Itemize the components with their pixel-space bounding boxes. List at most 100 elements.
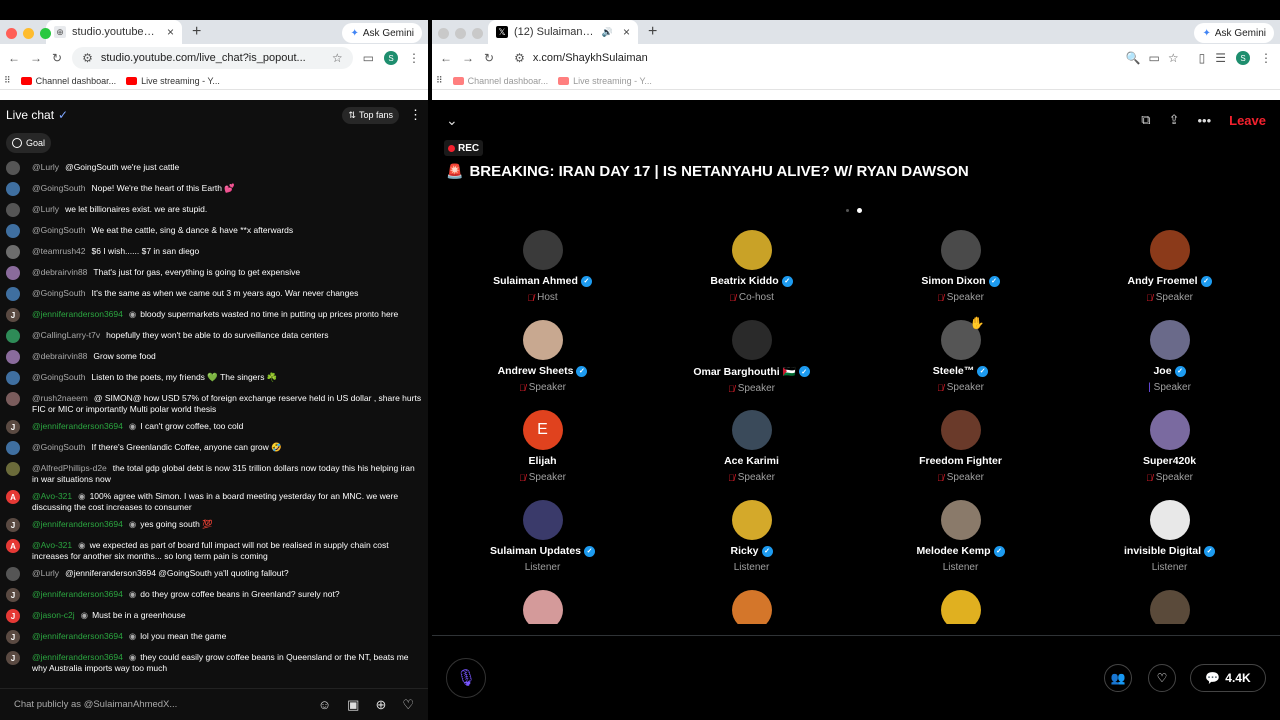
- site-info-icon[interactable]: ⚙: [82, 51, 93, 65]
- chat-message[interactable]: A @Avo-321 ◉ 100% agree with Simon. I was i…: [0, 489, 428, 513]
- chat-message[interactable]: J @jason-c2j ◉ Must be in a greenhouse: [0, 608, 428, 625]
- participant-card[interactable]: [1065, 590, 1274, 624]
- chat-input[interactable]: Chat publicly as @SulaimanAhmedX... ☺ ▣ …: [0, 688, 428, 720]
- participant-card[interactable]: Andy Froemel ✓ 🎙̸ Speaker: [1065, 230, 1274, 320]
- dock-icon[interactable]: ⧉: [1141, 112, 1150, 128]
- avatar[interactable]: [6, 266, 20, 280]
- chat-author[interactable]: @teamrush42: [32, 246, 86, 256]
- participant-card[interactable]: [856, 590, 1065, 624]
- profile-avatar[interactable]: S: [384, 51, 398, 65]
- avatar[interactable]: J: [6, 420, 20, 434]
- ask-gemini-button[interactable]: ✦ Ask Gemini: [342, 23, 422, 43]
- chat-message[interactable]: J @jenniferanderson3694 ◉ bloody supermarke…: [0, 307, 428, 324]
- avatar[interactable]: [6, 567, 20, 581]
- super-chat-icon[interactable]: ▣: [347, 697, 359, 713]
- participant-avatar[interactable]: [940, 410, 981, 450]
- avatar[interactable]: A: [6, 490, 20, 504]
- forward-icon[interactable]: →: [30, 51, 42, 65]
- chat-author[interactable]: @debrairvin88: [32, 351, 87, 361]
- leave-button[interactable]: Leave: [1229, 113, 1266, 128]
- participant-card[interactable]: Ace Karimi 🎙̸ Speaker: [647, 410, 856, 500]
- participant-avatar[interactable]: [940, 230, 981, 270]
- chat-message[interactable]: @GoingSouth We eat the cattle, sing & dan…: [0, 223, 428, 240]
- avatar[interactable]: [6, 245, 20, 259]
- participant-card[interactable]: Andrew Sheets ✓ 🎙̸ Speaker: [438, 320, 647, 410]
- share-icon[interactable]: ⇪: [1169, 112, 1180, 128]
- emoji-icon[interactable]: ☺: [318, 697, 331, 713]
- bookmark-channel-dashboard[interactable]: Channel dashboar...: [20, 76, 116, 86]
- heart-icon[interactable]: ♡: [402, 697, 414, 713]
- chat-message[interactable]: @AlfredPhillips-d2e the total gdp global …: [0, 461, 428, 485]
- page-dot[interactable]: [846, 209, 849, 212]
- avatar[interactable]: [6, 161, 20, 175]
- comments-button[interactable]: 💬 4.4K: [1190, 664, 1266, 692]
- avatar[interactable]: J: [6, 518, 20, 532]
- participant-card[interactable]: [647, 590, 856, 624]
- microphone-button[interactable]: 🎙: [446, 658, 486, 698]
- participant-avatar[interactable]: ✋: [940, 316, 985, 360]
- chat-menu-icon[interactable]: ⋮: [409, 107, 422, 123]
- participant-card[interactable]: Omar Barghouthi 🇵🇸 ✓ 🎙̸ Speaker: [647, 320, 856, 410]
- participant-card[interactable]: ✋ Steele™ ✓ 🎙̸ Speaker: [856, 316, 1065, 410]
- cast-icon[interactable]: ▭: [363, 51, 374, 65]
- bookmark-live-streaming[interactable]: Live streaming - Y...: [126, 76, 220, 86]
- apps-grid-icon[interactable]: ⠿: [4, 75, 11, 86]
- avatar[interactable]: [6, 392, 20, 406]
- chat-author[interactable]: @GoingSouth: [32, 442, 86, 452]
- react-button[interactable]: ♡: [1148, 664, 1176, 692]
- participant-card[interactable]: Simon Dixon ✓ 🎙̸ Speaker: [856, 230, 1065, 320]
- participant-avatar[interactable]: [522, 230, 563, 270]
- chat-author[interactable]: @Lurly: [32, 162, 59, 172]
- avatar[interactable]: [6, 182, 20, 196]
- avatar[interactable]: J: [6, 630, 20, 644]
- chat-message[interactable]: @Lurly @jenniferanderson3694 @GoingSouth …: [0, 566, 428, 583]
- close-window-button[interactable]: [6, 28, 17, 39]
- install-icon[interactable]: ▭: [1149, 51, 1160, 65]
- chat-author[interactable]: @Avo-321: [32, 491, 72, 501]
- chat-message[interactable]: @GoingSouth Nope! We're the heart of this…: [0, 181, 428, 198]
- chat-message[interactable]: J @jenniferanderson3694 ◉ do they grow coff…: [0, 587, 428, 604]
- participant-card[interactable]: E Elijah 🎙̸ Speaker: [438, 410, 647, 500]
- add-icon[interactable]: ⊕: [375, 697, 386, 713]
- chat-author[interactable]: @GoingSouth: [32, 372, 86, 382]
- participant-avatar[interactable]: [1149, 230, 1190, 270]
- chat-message[interactable]: @GoingSouth If there's Greenlandic Coffee…: [0, 440, 428, 457]
- menu-icon[interactable]: ⋮: [408, 51, 420, 65]
- address-bar[interactable]: ⚙ studio.youtube.com/live_chat?is_popout…: [72, 47, 353, 69]
- participant-card[interactable]: Ricky ✓ Listener: [647, 500, 856, 590]
- page-dot-active[interactable]: [857, 208, 862, 213]
- chat-author[interactable]: @jenniferanderson3694: [32, 589, 123, 599]
- address-bar[interactable]: ⚙ x.com/ShaykhSulaiman 🔍 ▭ ☆: [504, 47, 1189, 69]
- menu-icon[interactable]: ⋮: [1260, 51, 1272, 65]
- participant-avatar[interactable]: [1149, 410, 1190, 450]
- chat-author[interactable]: @Avo-321: [32, 540, 72, 550]
- minimize-window-button[interactable]: [455, 28, 466, 39]
- avatar[interactable]: [6, 287, 20, 301]
- chat-message[interactable]: @CallingLarry-t7v hopefully they won't be…: [0, 328, 428, 345]
- chat-author[interactable]: @GoingSouth: [32, 225, 86, 235]
- participant-avatar[interactable]: [731, 590, 772, 624]
- chat-author[interactable]: @jenniferanderson3694: [32, 631, 123, 641]
- people-button[interactable]: 👥: [1104, 664, 1132, 692]
- avatar[interactable]: [6, 371, 20, 385]
- chat-author[interactable]: @AlfredPhillips-d2e: [32, 463, 107, 473]
- bookmark-channel-dashboard[interactable]: Channel dashboar...: [452, 76, 548, 86]
- chat-author[interactable]: @jenniferanderson3694: [32, 652, 123, 662]
- chat-author[interactable]: @jenniferanderson3694: [32, 421, 123, 431]
- participant-card[interactable]: invisible Digital ✓ Listener: [1065, 500, 1274, 590]
- sidebar-icon[interactable]: ▯: [1199, 51, 1206, 65]
- participant-avatar[interactable]: [940, 500, 981, 540]
- avatar[interactable]: [6, 350, 20, 364]
- participant-card[interactable]: Super420k 🎙̸ Speaker: [1065, 410, 1274, 500]
- back-icon[interactable]: ←: [440, 51, 452, 65]
- back-icon[interactable]: ←: [8, 51, 20, 65]
- chat-message[interactable]: J @jenniferanderson3694 ◉ yes going south 💯: [0, 517, 428, 534]
- avatar[interactable]: J: [6, 651, 20, 665]
- avatar[interactable]: [6, 224, 20, 238]
- reload-icon[interactable]: ↻: [484, 51, 494, 65]
- avatar[interactable]: A: [6, 539, 20, 553]
- new-tab-button[interactable]: +: [192, 23, 201, 41]
- participant-card[interactable]: [438, 590, 647, 624]
- tab-close-icon[interactable]: ×: [167, 25, 174, 39]
- more-icon[interactable]: •••: [1197, 113, 1211, 128]
